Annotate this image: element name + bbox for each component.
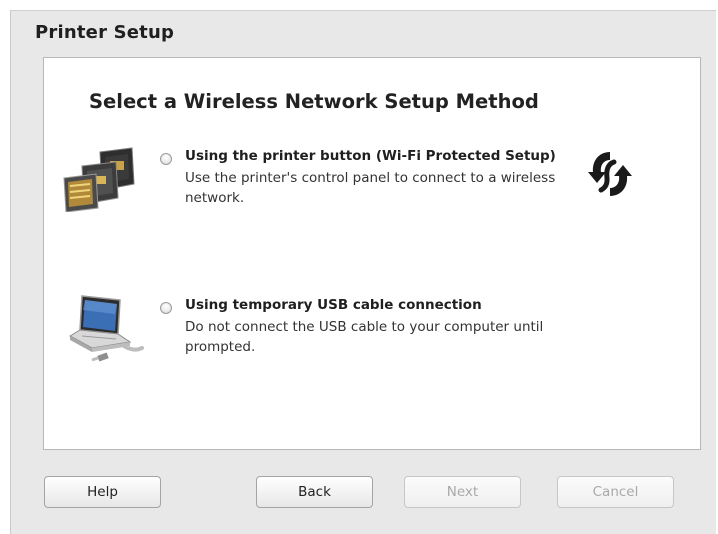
- printer-control-panel-icon: [63, 147, 135, 212]
- setup-method-panel: Select a Wireless Network Setup Method U…: [43, 57, 701, 450]
- cancel-button[interactable]: Cancel: [557, 476, 674, 508]
- radio-wps[interactable]: [160, 153, 172, 165]
- option-wps-title[interactable]: Using the printer button (Wi-Fi Protecte…: [185, 148, 556, 164]
- laptop-usb-icon: [68, 295, 144, 362]
- printer-setup-window: Printer Setup Select a Wireless Network …: [10, 10, 716, 534]
- option-usb-description: Do not connect the USB cable to your com…: [185, 319, 544, 355]
- back-button[interactable]: Back: [256, 476, 373, 508]
- panel-heading: Select a Wireless Network Setup Method: [89, 90, 539, 113]
- window-title: Printer Setup: [35, 22, 175, 43]
- help-button[interactable]: Help: [44, 476, 161, 508]
- option-wps-description: Use the printer's control panel to conne…: [185, 170, 556, 206]
- radio-usb[interactable]: [160, 302, 172, 314]
- wps-icon: [588, 152, 632, 196]
- next-button[interactable]: Next: [404, 476, 521, 508]
- option-usb-title[interactable]: Using temporary USB cable connection: [185, 297, 482, 313]
